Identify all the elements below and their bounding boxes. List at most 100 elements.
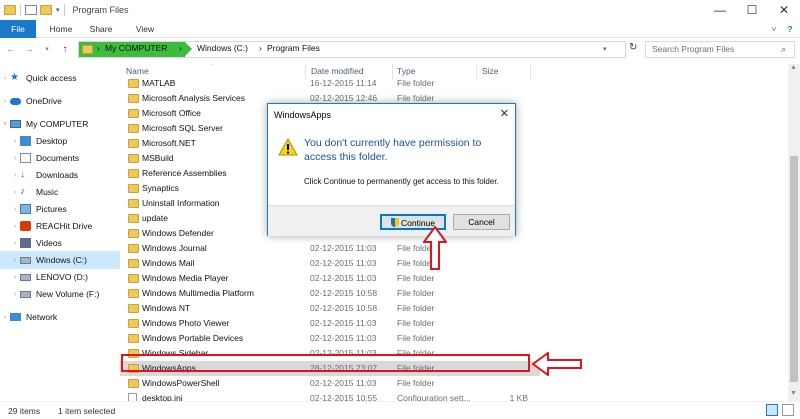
sidebar-item-my-computer[interactable]: ˅ My COMPUTER	[0, 115, 120, 133]
details-view-icon[interactable]	[766, 404, 778, 416]
expand-ribbon-icon[interactable]: ˅	[768, 20, 780, 38]
scroll-up-icon[interactable]: ▲	[790, 64, 797, 71]
column-header-size[interactable]: Size	[482, 66, 499, 76]
sidebar-item-desktop[interactable]: › Desktop	[0, 132, 120, 150]
file-name: Microsoft Office	[142, 108, 201, 118]
sidebar-item-pictures[interactable]: › Pictures	[0, 200, 120, 218]
sidebar-item-label: Windows (C:)	[36, 255, 88, 265]
chevron-right-icon[interactable]: ›	[10, 223, 20, 230]
recent-locations-icon[interactable]: ▾	[40, 43, 54, 57]
up-icon[interactable]: ↑	[58, 43, 72, 57]
status-bar: 29 items 1 item selected	[0, 401, 800, 419]
chevron-right-icon[interactable]: ›	[0, 75, 10, 82]
videos-icon	[20, 238, 31, 248]
table-row[interactable]: Windows Media Player 02-12-2015 11:03 File…	[120, 271, 540, 286]
breadcrumb-my-computer[interactable]: My COMPUTER	[105, 43, 167, 53]
sidebar-item-downloads[interactable]: › ↓ Downloads	[0, 166, 120, 184]
sidebar-item-new-volume-f[interactable]: › New Volume (F:)	[0, 285, 120, 303]
search-icon[interactable]: ⌕	[781, 44, 786, 55]
table-row[interactable]: WindowsPowerShell 02-12-2015 11:03 File fo…	[120, 376, 540, 391]
tab-view[interactable]: View	[130, 20, 160, 38]
close-button[interactable]: ✕	[768, 0, 800, 20]
minimize-button[interactable]: —	[704, 0, 736, 20]
network-icon	[10, 313, 21, 321]
address-dropdown-icon[interactable]: ▾	[603, 45, 607, 53]
tab-file[interactable]: File	[0, 20, 36, 38]
chevron-right-icon[interactable]: ›	[0, 314, 10, 321]
window-title: Program Files	[72, 5, 129, 15]
chevron-right-icon[interactable]: ›	[10, 206, 20, 213]
scroll-down-icon[interactable]: ▼	[790, 390, 797, 397]
chevron-right-icon[interactable]: ›	[10, 189, 20, 196]
tab-home[interactable]: Home	[46, 20, 76, 38]
search-input[interactable]: Search Program Files	[645, 41, 795, 58]
vertical-scrollbar[interactable]: ▲ ▼	[788, 64, 800, 401]
table-row[interactable]: desktop.ini 02-12-2015 10:55 Configuration…	[120, 391, 540, 401]
sidebar-item-lenovo-d[interactable]: › LENOVO (D:)	[0, 268, 120, 286]
file-name: Windows Multimedia Platform	[142, 288, 254, 298]
sidebar-item-quick-access[interactable]: › ★ Quick access	[0, 69, 120, 87]
table-row[interactable]: Windows NT 02-12-2015 10:58 File folder	[120, 301, 540, 316]
sidebar-item-documents[interactable]: › Documents	[0, 149, 120, 167]
file-type: File folder	[397, 273, 435, 283]
chevron-right-icon[interactable]: ›	[10, 138, 20, 145]
file-name: WindowsPowerShell	[142, 378, 220, 388]
chevron-down-icon[interactable]: ˅	[0, 121, 10, 128]
help-icon[interactable]: ?	[784, 20, 796, 38]
column-header-date[interactable]: Date modified	[311, 66, 363, 76]
scrollbar-thumb[interactable]	[790, 156, 798, 382]
folder-icon	[128, 289, 139, 298]
column-header-name[interactable]: Name	[126, 66, 149, 76]
sidebar-item-onedrive[interactable]: › OneDrive	[0, 92, 120, 110]
cancel-button[interactable]: Cancel	[453, 214, 510, 230]
back-icon[interactable]: ←	[4, 43, 18, 57]
chevron-right-icon[interactable]: ›	[0, 98, 10, 105]
refresh-icon[interactable]: ↻	[629, 42, 643, 56]
chevron-right-icon[interactable]: ›	[10, 257, 20, 264]
table-row[interactable]: Windows Multimedia Platform 02-12-2015 10…	[120, 286, 540, 301]
file-date: 02-12-2015 11:03	[310, 243, 377, 253]
sidebar-item-music[interactable]: › ♪ Music	[0, 183, 120, 201]
file-type: File folder	[397, 93, 435, 103]
file-type: File folder	[397, 318, 435, 328]
breadcrumb-separator[interactable]: ›	[259, 43, 262, 53]
sidebar-item-windows-c[interactable]: › Windows (C:)	[0, 251, 120, 269]
breadcrumb-windows-c[interactable]: Windows (C:)	[197, 43, 248, 53]
address-bar[interactable]: › My COMPUTER › Windows (C:) › Program F…	[78, 41, 626, 58]
breadcrumb-separator[interactable]: ›	[97, 43, 100, 53]
chevron-right-icon[interactable]: ›	[10, 291, 20, 298]
column-header-type[interactable]: Type	[397, 66, 415, 76]
documents-icon	[20, 153, 31, 163]
sidebar-item-network[interactable]: › Network	[0, 308, 120, 326]
table-row[interactable]: Windows Journal 02-12-2015 11:03 File fold…	[120, 241, 540, 256]
file-name: Reference Assemblies	[142, 168, 227, 178]
chevron-right-icon[interactable]: ›	[10, 155, 20, 162]
maximize-button[interactable]: ☐	[736, 0, 768, 20]
dialog-close-button[interactable]: ✕	[500, 107, 509, 120]
chevron-right-icon[interactable]: ›	[10, 274, 20, 281]
file-name: Microsoft.NET	[142, 138, 196, 148]
chevron-right-icon[interactable]: ›	[10, 172, 20, 179]
star-icon: ★	[10, 72, 19, 83]
sidebar-item-label: Videos	[36, 238, 62, 248]
folder-icon	[128, 244, 139, 253]
annotation-arrow-left	[532, 352, 582, 376]
breadcrumb-separator[interactable]: ›	[179, 43, 182, 53]
chevron-right-icon[interactable]: ›	[10, 240, 20, 247]
file-name: Windows Portable Devices	[142, 333, 244, 343]
quick-access-dropdown-icon[interactable]: ▾	[56, 6, 60, 14]
large-icons-view-icon[interactable]	[782, 404, 794, 416]
properties-icon[interactable]	[25, 5, 37, 15]
tab-share[interactable]: Share	[86, 20, 116, 38]
sidebar-item-videos[interactable]: › Videos	[0, 234, 120, 252]
table-row[interactable]: Windows Mail 02-12-2015 11:03 File folder	[120, 256, 540, 271]
address-row: ← → ▾ ↑ › My COMPUTER › Windows (C:) › P…	[0, 38, 800, 62]
forward-icon[interactable]: →	[22, 43, 36, 57]
table-row[interactable]: Windows Portable Devices 02-12-2015 11:03…	[120, 331, 540, 346]
breadcrumb-program-files[interactable]: Program Files	[267, 43, 320, 53]
table-row[interactable]: Windows Photo Viewer 02-12-2015 11:03 File…	[120, 316, 540, 331]
new-folder-icon[interactable]	[40, 5, 52, 15]
table-row[interactable]: MATLAB 16-12-2015 11:14 File folder	[120, 76, 540, 91]
sidebar-item-reachit-drive[interactable]: › REACHit Drive	[0, 217, 120, 235]
permission-dialog: WindowsApps ✕ You don't currently have p…	[267, 103, 516, 236]
